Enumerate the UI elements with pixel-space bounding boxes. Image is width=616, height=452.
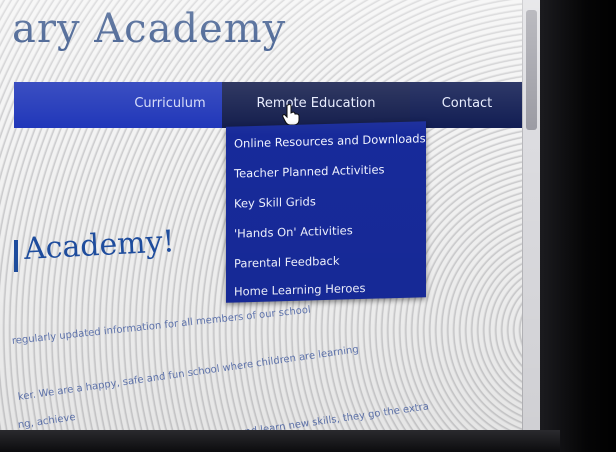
monitor-bezel	[540, 0, 616, 452]
site-title: ary Academy	[12, 6, 287, 52]
page-scrollbar[interactable]	[522, 0, 541, 430]
main-navigation: Curriculum Remote Education Contact	[14, 82, 524, 128]
nav-item-label: Contact	[441, 96, 493, 111]
monitor-bezel-bottom	[0, 430, 560, 452]
content-line: regularly updated information for all me…	[11, 304, 312, 347]
welcome-accent	[14, 240, 18, 272]
dropdown-item-key-skill-grids[interactable]: Key Skill Grids	[234, 190, 316, 214]
nav-item-label: Curriculum	[134, 96, 206, 111]
nav-item-label: Remote Education	[256, 96, 376, 111]
dropdown-item-online-resources[interactable]: Online Resources and Downloads	[234, 127, 426, 154]
scrollbar-thumb[interactable]	[526, 10, 537, 130]
nav-item-remote-education[interactable]: Remote Education	[222, 82, 410, 128]
dropdown-item-teacher-activities[interactable]: Teacher Planned Activities	[234, 158, 385, 184]
monitor-screen: ary Academy Curriculum Remote Education …	[0, 0, 560, 452]
content-line: ker. We are a happy, safe and fun school…	[17, 344, 360, 403]
dropdown-item-home-learning-heroes[interactable]: Home Learning Heroes	[234, 277, 366, 303]
dropdown-item-hands-on[interactable]: 'Hands On' Activities	[234, 219, 353, 244]
welcome-heading: Academy!	[23, 224, 176, 267]
content-line: ng, achieve	[17, 411, 77, 431]
hand-pointer-icon	[282, 104, 300, 126]
nav-item-contact[interactable]: Contact	[410, 82, 524, 128]
dropdown-item-parental-feedback[interactable]: Parental Feedback	[234, 250, 339, 275]
remote-education-dropdown: Online Resources and Downloads Teacher P…	[226, 121, 426, 303]
nav-item-curriculum[interactable]: Curriculum	[14, 82, 222, 128]
